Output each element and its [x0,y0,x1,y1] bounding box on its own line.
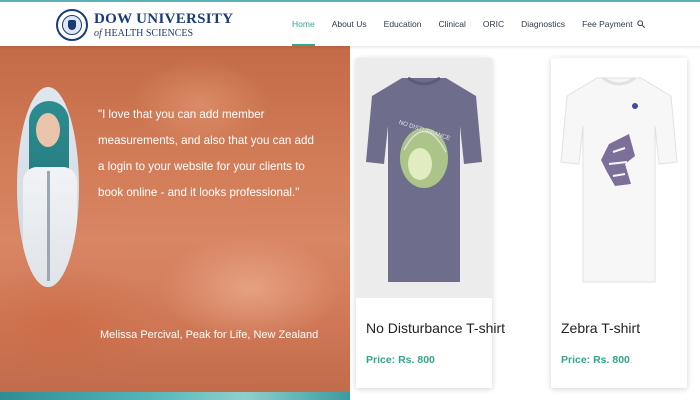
university-logo[interactable]: DOW UNIVERSITY of HEALTH SCIENCES [56,8,233,42]
product-image[interactable]: NO DISTURBANCE [356,58,492,298]
product-title[interactable]: No Disturbance T-shirt [366,320,505,336]
product-image[interactable] [551,58,687,298]
decorative-band [0,392,350,400]
nav-clinical[interactable]: Clinical [438,2,465,46]
product-title[interactable]: Zebra T-shirt [561,320,640,336]
logo-line2: of HEALTH SCIENCES [94,27,233,39]
nav-diagnostics[interactable]: Diagnostics [521,2,565,46]
logo-health-sciences: HEALTH SCIENCES [104,27,194,39]
nav-about-us[interactable]: About Us [332,2,367,46]
nav-home[interactable]: Home [292,2,315,46]
tshirt-image-icon [560,76,678,283]
testimonial-quote: "I love that you can add member measurem… [98,108,314,199]
main-nav: Home About Us Education Clinical ORIC Di… [292,2,650,46]
nav-oric[interactable]: ORIC [483,2,504,46]
nav-fee-payment[interactable]: Fee Payment [582,2,633,46]
product-card-zebra[interactable]: Zebra T-shirt Price: Rs. 800 [551,58,687,388]
product-card-no-disturbance[interactable]: NO DISTURBANCE No Disturbance T-shirt Pr… [356,58,505,388]
nav-education[interactable]: Education [384,2,422,46]
product-price: Price: Rs. 800 [366,354,435,366]
search-icon[interactable] [637,20,645,28]
site-header: DOW UNIVERSITY of HEALTH SCIENCES Home A… [0,0,700,46]
testimonial-author: Melissa Percival, Peak for Life, New Zea… [100,329,319,341]
testimonial-section: "I love that you can add member measurem… [0,44,350,400]
logo-of: of [94,27,102,39]
logo-line1: DOW UNIVERSITY [94,10,234,27]
product-price: Price: Rs. 800 [561,354,630,366]
testimonial-avatar [17,87,79,287]
university-seal-icon [56,9,88,41]
tshirt-image-icon: NO DISTURBANCE [366,76,482,282]
logo-wordmark: DOW UNIVERSITY of HEALTH SCIENCES [94,10,234,39]
